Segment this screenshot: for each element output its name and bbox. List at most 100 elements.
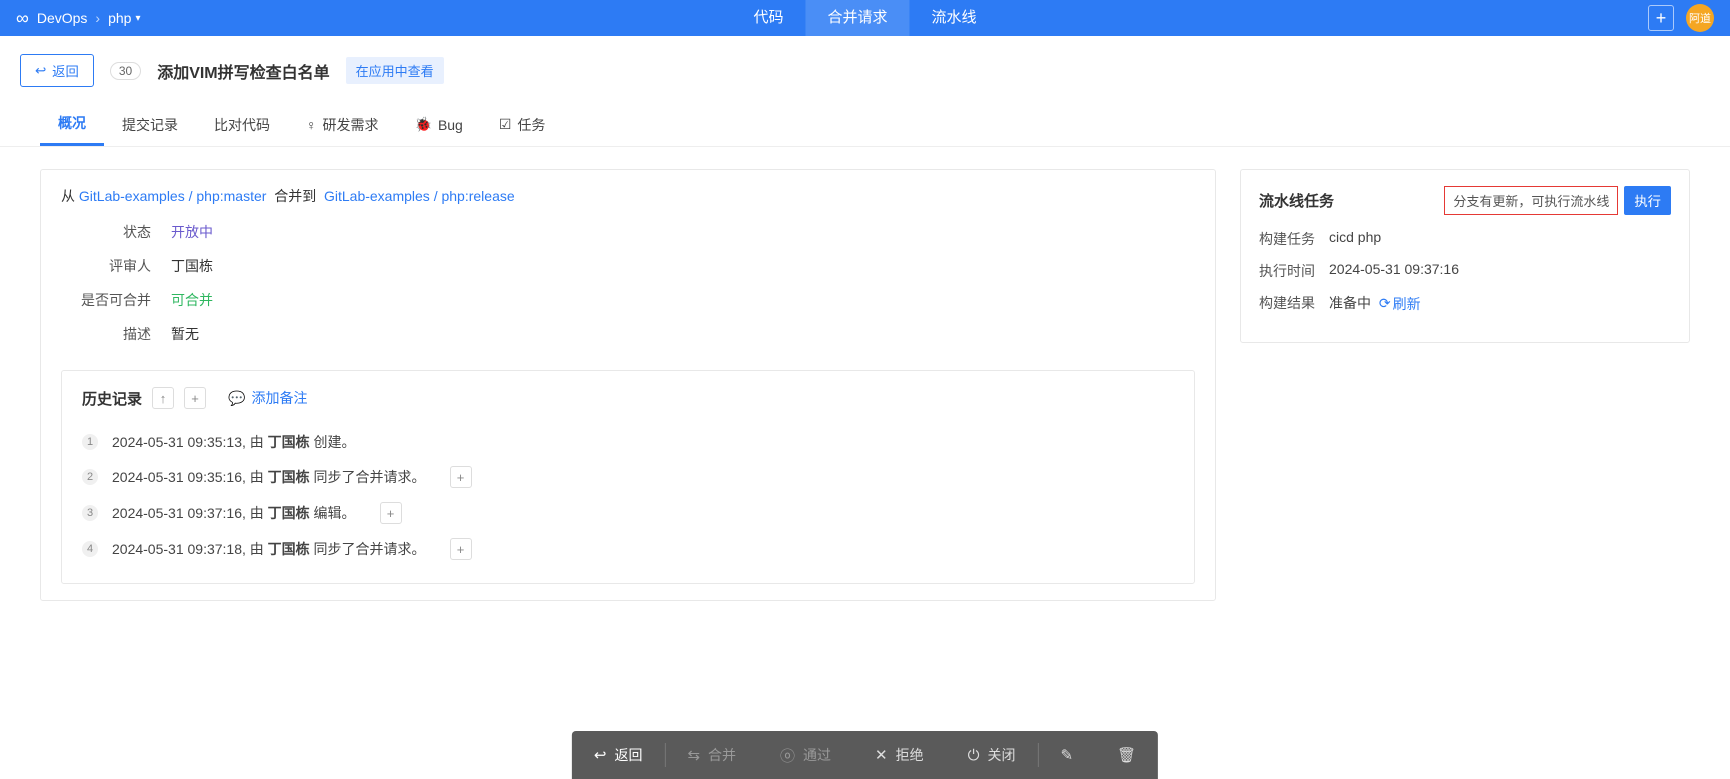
tab-merge-request[interactable]: 合并请求 (805, 0, 909, 36)
app-icon: ∞ (16, 8, 29, 29)
tab-diff[interactable]: 比对代码 (196, 103, 288, 146)
tab-pipeline[interactable]: 流水线 (910, 0, 999, 36)
breadcrumb-repo-label: php (108, 10, 131, 26)
view-in-app-button[interactable]: 在应用中查看 (346, 57, 444, 84)
plus-icon: + (457, 470, 465, 485)
back-arrow-icon: ↩ (35, 63, 46, 79)
history-index: 4 (82, 541, 98, 557)
tab-code[interactable]: 代码 (731, 0, 805, 36)
from-label: 从 (61, 188, 75, 204)
action-reject[interactable]: ✕ 拒绝 (853, 731, 946, 779)
history-item-expand[interactable]: + (450, 466, 472, 488)
to-label: 合并到 (274, 188, 316, 204)
history-up-button[interactable]: ↑ (152, 387, 174, 409)
tab-tasks[interactable]: ☑ 任务 (481, 103, 564, 146)
from-branch-link[interactable]: GitLab-examples / php:master (79, 188, 267, 204)
history-item: 22024-05-31 09:35:16, 由 丁国栋 同步了合并请求。+ (82, 459, 1174, 495)
merge-info-panel: 从 GitLab-examples / php:master 合并到 GitLa… (40, 169, 1216, 601)
action-delete[interactable]: 🗑 (1095, 731, 1158, 779)
nav-tabs: 代码 合并请求 流水线 (731, 0, 998, 36)
build-task-value: cicd php (1329, 229, 1381, 249)
add-button[interactable]: + (1648, 5, 1674, 31)
breadcrumb-separator: › (95, 10, 100, 26)
reviewer-label: 评审人 (61, 256, 151, 276)
refresh-label: 刷新 (1393, 294, 1421, 314)
avatar[interactable]: 阿道 (1686, 4, 1714, 32)
power-icon: ⏻ (968, 747, 980, 764)
history-item: 42024-05-31 09:37:18, 由 丁国栋 同步了合并请求。+ (82, 531, 1174, 567)
action-pass-label: 通过 (803, 745, 831, 765)
tab-commits[interactable]: 提交记录 (104, 103, 196, 146)
history-list: 12024-05-31 09:35:13, 由 丁国栋 创建。22024-05-… (82, 425, 1174, 567)
breadcrumb: ∞ DevOps › php ▾ (16, 8, 140, 29)
build-result-text: 准备中 (1329, 295, 1371, 311)
status-value: 开放中 (171, 222, 213, 242)
history-index: 3 (82, 505, 98, 521)
add-note-button[interactable]: 💬 添加备注 (228, 388, 307, 408)
action-close-label: 关闭 (988, 745, 1016, 765)
history-item-expand[interactable]: + (450, 538, 472, 560)
action-pass[interactable]: ⓞ 通过 (758, 731, 853, 779)
lightbulb-icon: ♀ (306, 117, 317, 133)
back-button[interactable]: ↩ 返回 (20, 54, 94, 87)
checklist-icon: ☑ (499, 116, 512, 133)
chevron-down-icon: ▾ (135, 13, 140, 24)
status-label: 状态 (61, 222, 151, 242)
build-task-row: 构建任务 cicd php (1259, 229, 1671, 249)
pipeline-title: 流水线任务 (1259, 190, 1334, 211)
pipeline-header: 流水线任务 分支有更新，可执行流水线 执行 (1259, 186, 1671, 215)
side-column: 流水线任务 分支有更新，可执行流水线 执行 构建任务 cicd php 执行时间… (1240, 169, 1690, 343)
page-title: 添加VIM拼写检查白名单 (157, 59, 329, 83)
branch-updated-notice: 分支有更新，可执行流水线 (1444, 186, 1618, 215)
action-back-label: 返回 (614, 745, 642, 765)
history-text: 2024-05-31 09:35:16, 由 丁国栋 同步了合并请求。 (112, 467, 426, 487)
action-edit[interactable]: ✎ (1039, 731, 1096, 779)
pipeline-panel: 流水线任务 分支有更新，可执行流水线 执行 构建任务 cicd php 执行时间… (1240, 169, 1690, 343)
action-merge[interactable]: ⇆ 合并 (665, 731, 758, 779)
execute-button[interactable]: 执行 (1624, 186, 1671, 215)
reviewer-value: 丁国栋 (171, 256, 213, 276)
bug-icon: 🐞 (415, 116, 432, 133)
action-reject-label: 拒绝 (896, 745, 924, 765)
merge-icon: ⇆ (687, 746, 700, 764)
refresh-icon: ⟳ (1379, 295, 1391, 312)
history-item-expand[interactable]: + (380, 502, 402, 524)
build-result-row: 构建结果 准备中 ⟳刷新 (1259, 293, 1671, 314)
exec-time-row: 执行时间 2024-05-31 09:37:16 (1259, 261, 1671, 281)
desc-value: 暂无 (171, 324, 199, 344)
build-task-label: 构建任务 (1259, 229, 1329, 249)
history-header: 历史记录 ↑ + 💬 添加备注 (82, 387, 1174, 409)
history-title: 历史记录 (82, 388, 142, 409)
breadcrumb-repo[interactable]: php ▾ (108, 10, 140, 26)
build-result-label: 构建结果 (1259, 293, 1329, 314)
action-merge-label: 合并 (708, 745, 736, 765)
tab-overview[interactable]: 概况 (40, 103, 104, 146)
refresh-button[interactable]: ⟳刷新 (1379, 294, 1421, 314)
tab-bug[interactable]: 🐞 Bug (397, 103, 481, 146)
exec-time-value: 2024-05-31 09:37:16 (1329, 261, 1459, 281)
branch-line: 从 GitLab-examples / php:master 合并到 GitLa… (61, 186, 1195, 206)
status-row: 状态 开放中 (61, 222, 1195, 242)
mergeable-label: 是否可合并 (61, 290, 151, 310)
action-back[interactable]: ↩ 返回 (572, 731, 665, 779)
action-close[interactable]: ⏻ 关闭 (946, 731, 1038, 779)
plus-icon: + (387, 506, 395, 521)
history-add-button[interactable]: + (184, 387, 206, 409)
mr-tabs: 概况 提交记录 比对代码 ♀ 研发需求 🐞 Bug ☑ 任务 (0, 93, 1730, 147)
edit-icon: ✎ (1061, 746, 1074, 764)
nav-right: + 阿道 (1648, 4, 1714, 32)
tab-tasks-label: 任务 (517, 115, 545, 135)
to-branch-link[interactable]: GitLab-examples / php:release (324, 188, 515, 204)
history-text: 2024-05-31 09:37:16, 由 丁国栋 编辑。 (112, 503, 356, 523)
plus-icon: + (191, 391, 199, 406)
mergeable-value: 可合并 (171, 290, 213, 310)
plus-icon: + (1656, 8, 1667, 29)
history-panel: 历史记录 ↑ + 💬 添加备注 12024-05-31 09:35:13, 由 … (61, 370, 1195, 584)
page-header: ↩ 返回 30 添加VIM拼写检查白名单 在应用中查看 (0, 36, 1730, 93)
plus-icon: + (457, 542, 465, 557)
back-label: 返回 (52, 61, 79, 80)
desc-row: 描述 暂无 (61, 324, 1195, 344)
breadcrumb-app[interactable]: DevOps (37, 10, 88, 26)
reject-icon: ✕ (875, 746, 888, 764)
tab-requirements[interactable]: ♀ 研发需求 (288, 103, 397, 146)
